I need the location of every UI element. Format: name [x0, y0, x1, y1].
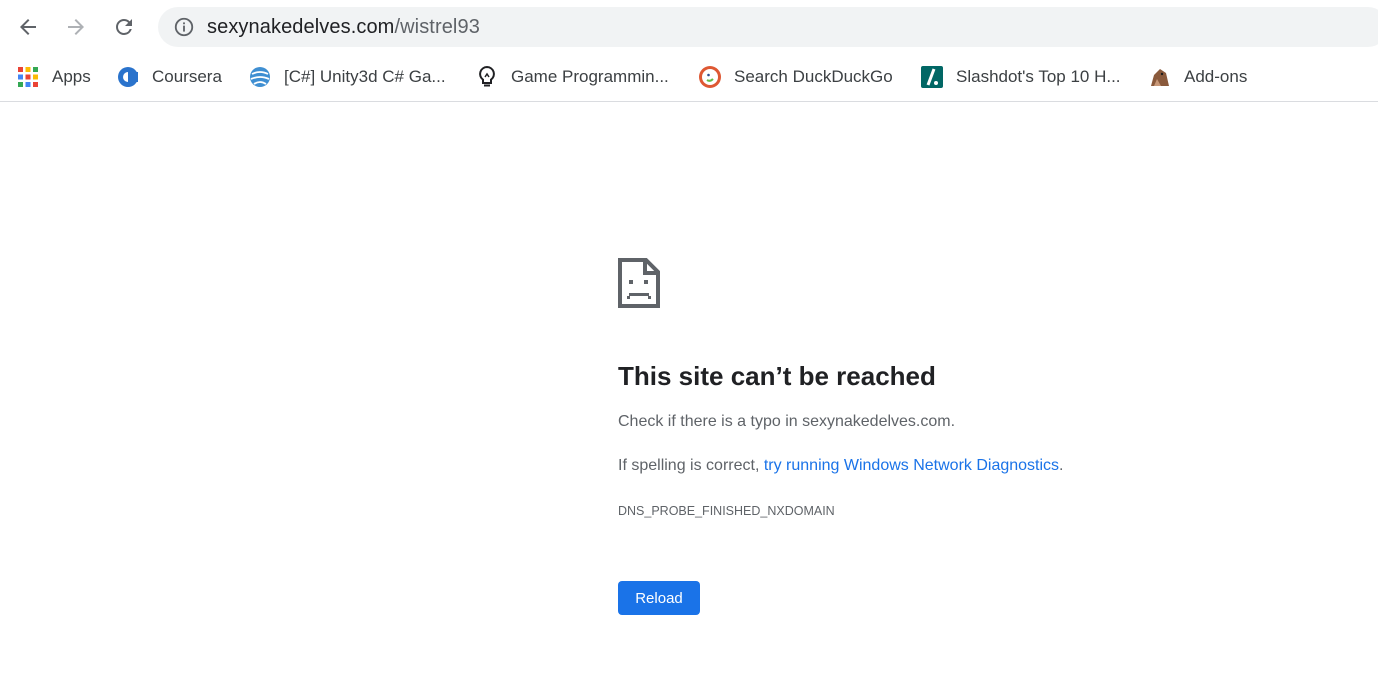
url-host: sexynakedelves.com: [207, 15, 395, 38]
bookmark-label: Slashdot's Top 10 H...: [956, 67, 1121, 86]
bookmark-label: Game Programmin...: [511, 67, 669, 86]
apps-grid-icon: [16, 65, 40, 89]
duckduckgo-icon: [698, 65, 722, 89]
reload-page-button[interactable]: Reload: [618, 581, 700, 615]
bookmark-duckduckgo[interactable]: Search DuckDuckGo: [698, 62, 893, 92]
diagnostics-suffix: .: [1059, 457, 1064, 474]
lightbulb-icon: [475, 65, 499, 89]
bookmark-label: Coursera: [152, 67, 222, 86]
url-text[interactable]: sexynakedelves.com/wistrel93: [207, 16, 480, 39]
unity-globe-icon: [248, 65, 272, 89]
bookmark-coursera[interactable]: Coursera: [116, 62, 222, 92]
url-path: /wistrel93: [394, 15, 480, 38]
bookmark-label: Apps: [52, 67, 91, 86]
arrow-right-icon: [68, 19, 84, 35]
bookmark-game-programming[interactable]: Game Programmin...: [475, 62, 669, 92]
slashdot-icon: [920, 65, 944, 89]
bookmark-label: [C#] Unity3d C# Ga...: [284, 67, 446, 86]
info-icon[interactable]: [173, 16, 195, 38]
bookmark-slashdot[interactable]: Slashdot's Top 10 H...: [920, 62, 1121, 92]
bookmarks-bar: Apps Coursera [C#] Unity3d C# Ga... Game…: [0, 54, 1378, 102]
back-button[interactable]: [11, 10, 45, 44]
forward-button[interactable]: [59, 10, 93, 44]
error-typo-hint: Check if there is a typo in sexynakedelv…: [618, 413, 956, 430]
error-title: This site can’t be reached: [618, 361, 936, 391]
address-bar[interactable]: sexynakedelves.com/wistrel93: [158, 7, 1378, 47]
bookmark-label: Search DuckDuckGo: [734, 67, 893, 86]
browser-toolbar: sexynakedelves.com/wistrel93: [0, 0, 1378, 54]
reload-icon: [116, 19, 132, 35]
bookmark-apps[interactable]: Apps: [16, 62, 91, 92]
diagnostics-link[interactable]: try running Windows Network Diagnostics: [764, 457, 1059, 474]
reload-button[interactable]: [107, 10, 141, 44]
coursera-icon: [116, 65, 140, 89]
sad-document-icon: [618, 258, 660, 308]
add-ons-icon: [1148, 65, 1172, 89]
error-code: DNS_PROBE_FINISHED_NXDOMAIN: [618, 504, 835, 518]
arrow-left-icon: [20, 19, 36, 35]
diagnostics-prefix: If spelling is correct,: [618, 457, 764, 474]
bookmark-add-ons[interactable]: Add-ons: [1148, 62, 1247, 92]
bookmark-unity[interactable]: [C#] Unity3d C# Ga...: [248, 62, 446, 92]
error-diagnostics-hint: If spelling is correct, try running Wind…: [618, 457, 1064, 475]
bookmark-label: Add-ons: [1184, 67, 1248, 86]
